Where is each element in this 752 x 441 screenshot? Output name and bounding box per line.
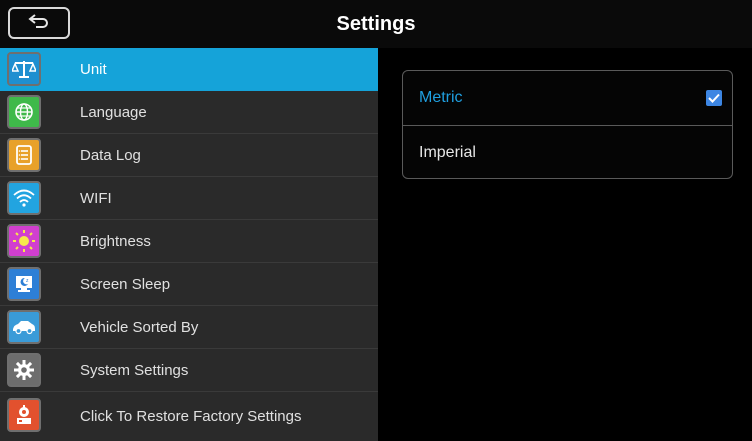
sidebar-item-vehicle-sorted-by[interactable]: Vehicle Sorted By [0,306,378,349]
sidebar-item-label: Brightness [80,232,151,250]
sidebar-item-label: Language [80,103,147,121]
unit-options-panel: Metric Imperial [402,70,733,179]
option-imperial[interactable]: Imperial [403,125,732,179]
gear-icon [7,353,41,387]
sidebar: Unit Language Data Log WIFI Brightness z… [0,48,378,441]
sidebar-item-label: Unit [80,60,107,78]
sidebar-item-brightness[interactable]: Brightness [0,220,378,263]
option-label: Metric [419,89,463,106]
sun-icon [7,224,41,258]
sidebar-item-data-log[interactable]: Data Log [0,134,378,177]
checkbox-checked-icon[interactable] [706,90,722,106]
sidebar-item-language[interactable]: Language [0,91,378,134]
sidebar-item-label: Vehicle Sorted By [80,318,199,336]
sidebar-item-label: System Settings [80,361,189,379]
sidebar-item-restore-factory-settings[interactable]: Click To Restore Factory Settings [0,392,378,441]
option-metric[interactable]: Metric [403,71,732,125]
list-icon [7,138,41,172]
sidebar-item-label: WIFI [80,189,112,207]
globe-icon [7,95,41,129]
sidebar-item-label: Screen Sleep [80,275,171,293]
sidebar-item-unit[interactable]: Unit [0,48,378,91]
option-label: Imperial [419,143,476,161]
sidebar-item-label: Data Log [80,146,141,164]
sidebar-item-wifi[interactable]: WIFI [0,177,378,220]
sidebar-item-screen-sleep[interactable]: z Screen Sleep [0,263,378,306]
factory-reset-icon [7,398,41,432]
scale-icon [7,52,41,86]
sidebar-item-system-settings[interactable]: System Settings [0,349,378,392]
page-title: Settings [336,12,416,35]
sidebar-item-label: Click To Restore Factory Settings [80,408,302,425]
car-icon [7,310,41,344]
title-bar: Settings [0,0,752,48]
wifi-icon [7,181,41,215]
monitor-sleep-icon: z [7,267,41,301]
